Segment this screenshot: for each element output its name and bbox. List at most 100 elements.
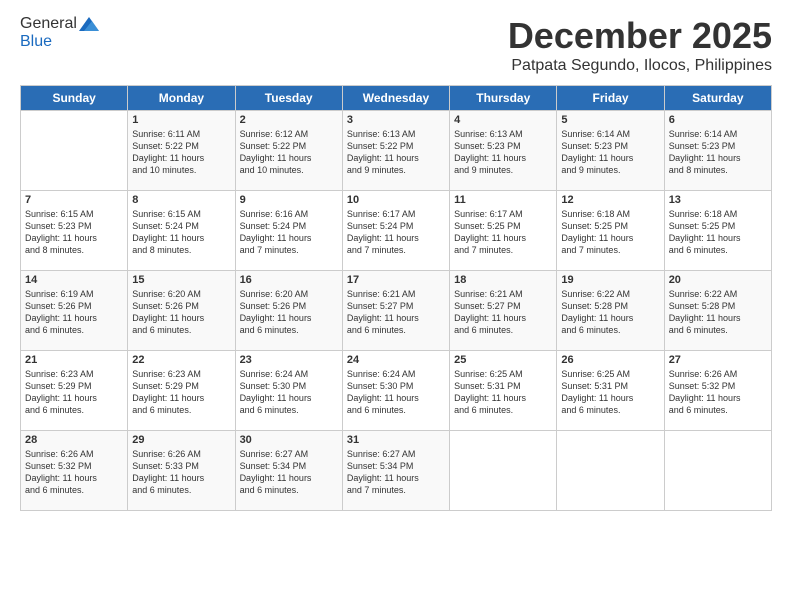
day-number: 14 bbox=[25, 274, 123, 286]
day-number: 10 bbox=[347, 194, 445, 206]
calendar-body: 1 Sunrise: 6:11 AM Sunset: 5:22 PM Daylig… bbox=[21, 111, 772, 511]
cell-week4-day0: 21 Sunrise: 6:23 AM Sunset: 5:29 PM Dayli… bbox=[21, 351, 128, 431]
week-row-5: 28 Sunrise: 6:26 AM Sunset: 5:32 PM Dayli… bbox=[21, 431, 772, 511]
cell-week1-day3: 3 Sunrise: 6:13 AM Sunset: 5:22 PM Daylig… bbox=[342, 111, 449, 191]
cell-week1-day6: 6 Sunrise: 6:14 AM Sunset: 5:23 PM Daylig… bbox=[664, 111, 771, 191]
day-number: 9 bbox=[240, 194, 338, 206]
day-number: 7 bbox=[25, 194, 123, 206]
day-number: 13 bbox=[669, 194, 767, 206]
cell-week5-day2: 30 Sunrise: 6:27 AM Sunset: 5:34 PM Dayli… bbox=[235, 431, 342, 511]
day-info: Sunrise: 6:13 AM Sunset: 5:22 PM Dayligh… bbox=[347, 128, 445, 177]
day-info: Sunrise: 6:15 AM Sunset: 5:23 PM Dayligh… bbox=[25, 208, 123, 257]
cell-week3-day4: 18Sunrise: 6:21 AM Sunset: 5:27 PM Dayli… bbox=[450, 271, 557, 351]
cell-week3-day5: 19Sunrise: 6:22 AM Sunset: 5:28 PM Dayli… bbox=[557, 271, 664, 351]
header-wednesday: Wednesday bbox=[342, 86, 449, 111]
cell-week1-day4: 4 Sunrise: 6:13 AM Sunset: 5:23 PM Daylig… bbox=[450, 111, 557, 191]
main-title: December 2025 bbox=[508, 15, 772, 57]
cell-week3-day3: 17Sunrise: 6:21 AM Sunset: 5:27 PM Dayli… bbox=[342, 271, 449, 351]
day-info: Sunrise: 6:23 AM Sunset: 5:29 PM Dayligh… bbox=[25, 368, 123, 417]
day-info: Sunrise: 6:21 AM Sunset: 5:27 PM Dayligh… bbox=[454, 288, 552, 337]
day-number: 20 bbox=[669, 274, 767, 286]
title-area: December 2025 Patpata Segundo, Ilocos, P… bbox=[508, 15, 772, 75]
week-row-3: 14Sunrise: 6:19 AM Sunset: 5:26 PM Dayli… bbox=[21, 271, 772, 351]
day-info: Sunrise: 6:26 AM Sunset: 5:33 PM Dayligh… bbox=[132, 448, 230, 497]
day-number: 31 bbox=[347, 434, 445, 446]
day-number: 12 bbox=[561, 194, 659, 206]
day-number: 23 bbox=[240, 354, 338, 366]
cell-week1-day2: 2 Sunrise: 6:12 AM Sunset: 5:22 PM Daylig… bbox=[235, 111, 342, 191]
day-info: Sunrise: 6:27 AM Sunset: 5:34 PM Dayligh… bbox=[240, 448, 338, 497]
cell-week5-day1: 29 Sunrise: 6:26 AM Sunset: 5:33 PM Dayli… bbox=[128, 431, 235, 511]
day-number: 27 bbox=[669, 354, 767, 366]
day-number: 1 bbox=[132, 114, 230, 126]
day-info: Sunrise: 6:23 AM Sunset: 5:29 PM Dayligh… bbox=[132, 368, 230, 417]
page: General Blue December 2025 Patpata Segun… bbox=[0, 0, 792, 612]
day-number: 4 bbox=[454, 114, 552, 126]
cell-week2-day6: 13Sunrise: 6:18 AM Sunset: 5:25 PM Dayli… bbox=[664, 191, 771, 271]
day-number: 11 bbox=[454, 194, 552, 206]
day-number: 5 bbox=[561, 114, 659, 126]
day-info: Sunrise: 6:25 AM Sunset: 5:31 PM Dayligh… bbox=[454, 368, 552, 417]
calendar-table: Sunday Monday Tuesday Wednesday Thursday… bbox=[20, 85, 772, 511]
day-number: 25 bbox=[454, 354, 552, 366]
header-saturday: Saturday bbox=[664, 86, 771, 111]
week-row-4: 21 Sunrise: 6:23 AM Sunset: 5:29 PM Dayli… bbox=[21, 351, 772, 431]
day-info: Sunrise: 6:14 AM Sunset: 5:23 PM Dayligh… bbox=[669, 128, 767, 177]
cell-week5-day5 bbox=[557, 431, 664, 511]
day-number: 6 bbox=[669, 114, 767, 126]
cell-week2-day3: 10Sunrise: 6:17 AM Sunset: 5:24 PM Dayli… bbox=[342, 191, 449, 271]
cell-week3-day1: 15 Sunrise: 6:20 AM Sunset: 5:26 PM Dayli… bbox=[128, 271, 235, 351]
header: General Blue December 2025 Patpata Segun… bbox=[20, 15, 772, 75]
day-info: Sunrise: 6:26 AM Sunset: 5:32 PM Dayligh… bbox=[25, 448, 123, 497]
day-info: Sunrise: 6:12 AM Sunset: 5:22 PM Dayligh… bbox=[240, 128, 338, 177]
cell-week4-day2: 23 Sunrise: 6:24 AM Sunset: 5:30 PM Dayli… bbox=[235, 351, 342, 431]
cell-week2-day4: 11 Sunrise: 6:17 AM Sunset: 5:25 PM Dayli… bbox=[450, 191, 557, 271]
day-number: 21 bbox=[25, 354, 123, 366]
day-info: Sunrise: 6:24 AM Sunset: 5:30 PM Dayligh… bbox=[240, 368, 338, 417]
cell-week2-day5: 12Sunrise: 6:18 AM Sunset: 5:25 PM Dayli… bbox=[557, 191, 664, 271]
day-number: 2 bbox=[240, 114, 338, 126]
week-row-1: 1 Sunrise: 6:11 AM Sunset: 5:22 PM Daylig… bbox=[21, 111, 772, 191]
day-info: Sunrise: 6:24 AM Sunset: 5:30 PM Dayligh… bbox=[347, 368, 445, 417]
logo-icon bbox=[79, 17, 99, 31]
calendar-header: Sunday Monday Tuesday Wednesday Thursday… bbox=[21, 86, 772, 111]
day-info: Sunrise: 6:16 AM Sunset: 5:24 PM Dayligh… bbox=[240, 208, 338, 257]
logo: General Blue bbox=[20, 15, 99, 51]
week-row-2: 7 Sunrise: 6:15 AM Sunset: 5:23 PM Daylig… bbox=[21, 191, 772, 271]
day-number: 15 bbox=[132, 274, 230, 286]
day-number: 28 bbox=[25, 434, 123, 446]
day-number: 22 bbox=[132, 354, 230, 366]
day-number: 30 bbox=[240, 434, 338, 446]
day-info: Sunrise: 6:27 AM Sunset: 5:34 PM Dayligh… bbox=[347, 448, 445, 497]
cell-week4-day1: 22 Sunrise: 6:23 AM Sunset: 5:29 PM Dayli… bbox=[128, 351, 235, 431]
cell-week5-day3: 31 Sunrise: 6:27 AM Sunset: 5:34 PM Dayli… bbox=[342, 431, 449, 511]
cell-week2-day1: 8Sunrise: 6:15 AM Sunset: 5:24 PM Daylig… bbox=[128, 191, 235, 271]
day-number: 29 bbox=[132, 434, 230, 446]
header-monday: Monday bbox=[128, 86, 235, 111]
cell-week4-day4: 25 Sunrise: 6:25 AM Sunset: 5:31 PM Dayli… bbox=[450, 351, 557, 431]
cell-week3-day6: 20 Sunrise: 6:22 AM Sunset: 5:28 PM Dayli… bbox=[664, 271, 771, 351]
day-info: Sunrise: 6:21 AM Sunset: 5:27 PM Dayligh… bbox=[347, 288, 445, 337]
cell-week1-day1: 1 Sunrise: 6:11 AM Sunset: 5:22 PM Daylig… bbox=[128, 111, 235, 191]
header-tuesday: Tuesday bbox=[235, 86, 342, 111]
day-number: 19 bbox=[561, 274, 659, 286]
day-info: Sunrise: 6:15 AM Sunset: 5:24 PM Dayligh… bbox=[132, 208, 230, 257]
day-number: 24 bbox=[347, 354, 445, 366]
logo-blue-text: Blue bbox=[20, 33, 52, 51]
day-info: Sunrise: 6:11 AM Sunset: 5:22 PM Dayligh… bbox=[132, 128, 230, 177]
header-sunday: Sunday bbox=[21, 86, 128, 111]
day-info: Sunrise: 6:22 AM Sunset: 5:28 PM Dayligh… bbox=[669, 288, 767, 337]
cell-week1-day5: 5Sunrise: 6:14 AM Sunset: 5:23 PM Daylig… bbox=[557, 111, 664, 191]
cell-week5-day4 bbox=[450, 431, 557, 511]
day-info: Sunrise: 6:17 AM Sunset: 5:25 PM Dayligh… bbox=[454, 208, 552, 257]
day-info: Sunrise: 6:20 AM Sunset: 5:26 PM Dayligh… bbox=[240, 288, 338, 337]
header-thursday: Thursday bbox=[450, 86, 557, 111]
day-info: Sunrise: 6:26 AM Sunset: 5:32 PM Dayligh… bbox=[669, 368, 767, 417]
header-friday: Friday bbox=[557, 86, 664, 111]
cell-week3-day2: 16Sunrise: 6:20 AM Sunset: 5:26 PM Dayli… bbox=[235, 271, 342, 351]
day-info: Sunrise: 6:13 AM Sunset: 5:23 PM Dayligh… bbox=[454, 128, 552, 177]
cell-week2-day0: 7 Sunrise: 6:15 AM Sunset: 5:23 PM Daylig… bbox=[21, 191, 128, 271]
cell-week5-day6 bbox=[664, 431, 771, 511]
day-info: Sunrise: 6:20 AM Sunset: 5:26 PM Dayligh… bbox=[132, 288, 230, 337]
day-number: 3 bbox=[347, 114, 445, 126]
